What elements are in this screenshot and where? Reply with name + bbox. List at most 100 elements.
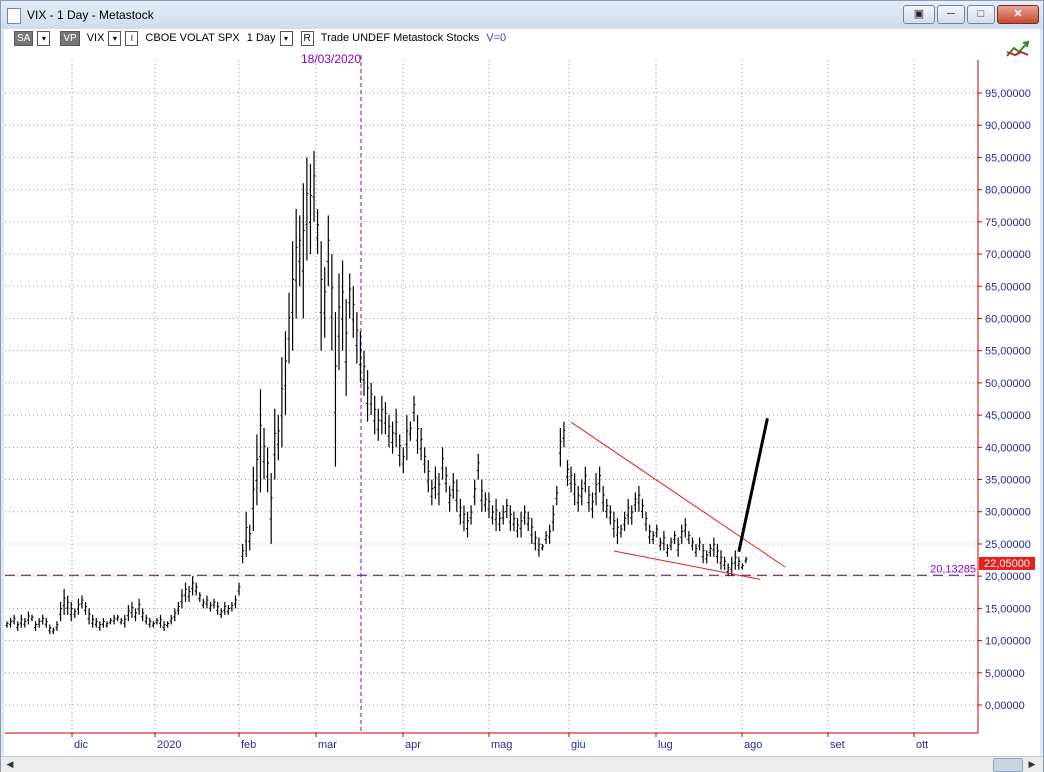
symbol-dropdown-icon[interactable]: ▾ [108,30,122,46]
price-bar [698,537,702,551]
price-bar [16,621,20,631]
price-bar [705,550,709,564]
y-tick-label: 60,00000 [985,313,1031,325]
price-bar [308,163,312,255]
data-info: Trade UNDEF Metastock Stocks [320,32,480,44]
price-bar [530,518,534,544]
price-bar [412,395,416,422]
sa-button[interactable]: SA [14,30,34,46]
price-bar [648,524,652,544]
price-bar [687,531,691,544]
info-toggle-icon[interactable]: I [125,30,139,46]
price-bar [380,395,384,435]
price-bar [294,208,298,319]
price-bar [498,511,502,532]
price-bar [23,618,27,628]
price-bar [94,618,98,628]
price-bar [430,479,434,506]
price-chart[interactable]: 0,00000 5,00000 10,00000 15,00000 20,00000 25… [0,0,1044,772]
price-bar [369,382,373,416]
price-bar [273,408,277,480]
price-bar [640,498,644,519]
price-bar [205,595,209,609]
price-bar [555,485,559,506]
price-bar [337,273,341,371]
price-bar [316,208,320,255]
price-bar [401,447,405,474]
price-bar [5,621,9,628]
chart-toolbar: SA ▾ VP VIX ▾ I CBOE VOLAT SPX 1 Day ▾ R… [14,30,506,46]
price-bar [166,621,170,628]
price-bar [219,608,223,619]
security-name: CBOE VOLAT SPX [145,32,240,44]
price-bar [119,618,123,625]
price-bar [30,614,34,622]
x-tick-label: set [830,739,845,751]
y-tick-label: 10,00000 [985,636,1031,648]
price-bar [26,611,30,625]
price-bar [737,556,741,570]
price-bar [419,427,423,461]
price-bar [583,466,587,493]
price-bar [387,415,391,448]
price-bar [362,350,366,396]
price-bar [237,582,241,596]
price-bar [226,605,230,615]
y-tick-label: 45,00000 [985,410,1031,422]
price-bar [351,286,355,338]
y-tick-label: 70,00000 [985,249,1031,261]
sa-dropdown-icon[interactable]: ▾ [37,30,51,46]
price-bar [644,511,648,532]
price-bar [126,605,130,622]
r-button[interactable]: R [300,30,314,46]
price-bar [330,254,334,351]
price-bar [248,524,252,551]
vp-button[interactable]: VP [60,30,80,46]
price-bar [255,434,259,506]
price-bar [673,531,677,544]
price-bar [462,505,466,532]
period-label: 1 Day [246,32,276,44]
price-bar [715,543,719,564]
price-bar [37,618,41,628]
price-bar [116,614,120,622]
price-bar [633,492,637,512]
price-bar [512,511,516,532]
price-bar [283,331,287,416]
price-bar [623,511,627,532]
price-bar [451,473,455,499]
price-bar [112,614,116,625]
price-bar [630,505,634,525]
price-bar [312,150,316,222]
price-bar [180,589,184,609]
price-bar [580,479,584,506]
y-tick-label: 95,00000 [985,88,1031,100]
price-bar [637,485,641,512]
price-bar [287,292,291,364]
price-bar [612,511,616,538]
price-bar [333,312,337,467]
price-bar [208,601,212,612]
price-bar [91,614,95,628]
period-dropdown-icon[interactable]: ▾ [279,30,293,46]
price-bar [491,505,495,525]
y-tick-label: 35,00000 [985,475,1031,487]
price-bar [712,537,716,557]
price-bar [155,618,159,625]
price-bar [526,511,530,532]
price-bar [48,624,52,635]
price-bar [598,466,602,493]
price-bar [241,543,245,564]
price-bar [576,485,580,512]
trend-arrows-icon[interactable] [1005,40,1031,60]
price-bar [266,447,270,493]
price-bar [501,505,505,525]
y-tick-label: 40,00000 [985,442,1031,454]
price-bar [305,157,309,261]
price-bar [323,266,327,338]
price-bar [551,505,555,532]
y-tick-label: 30,00000 [985,507,1031,519]
price-bar [269,473,273,544]
price-bar [587,485,591,512]
price-bar [169,614,173,625]
